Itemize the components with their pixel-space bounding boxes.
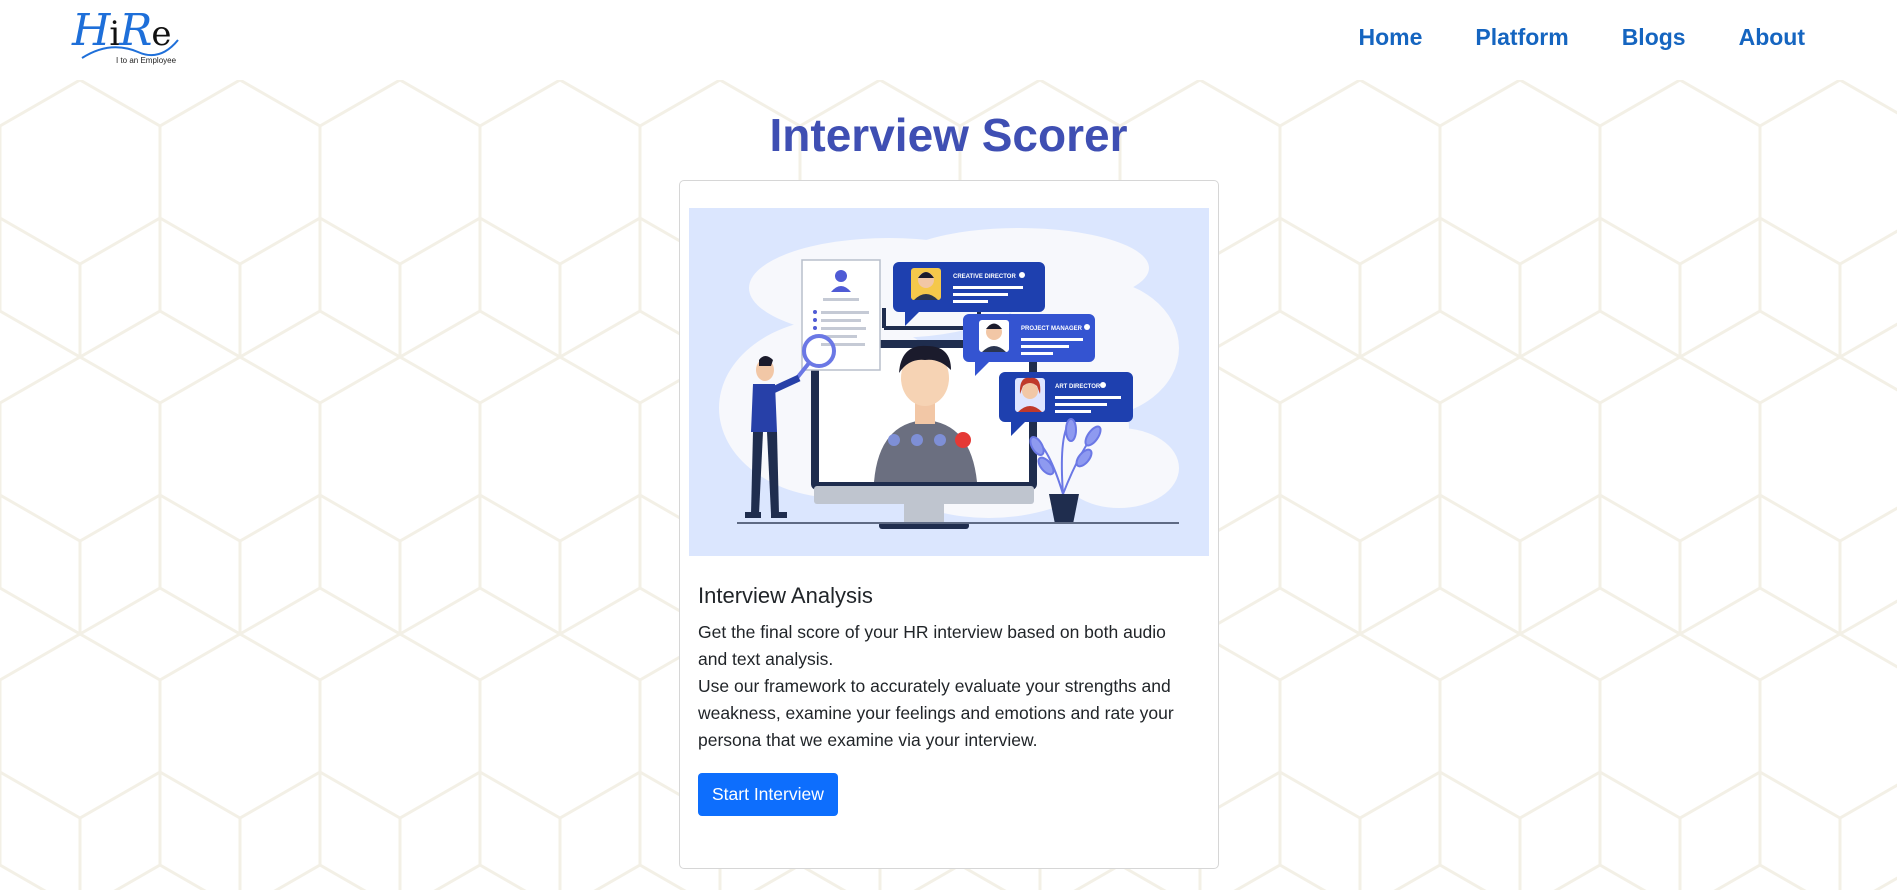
nav-home-link[interactable]: Home (1358, 24, 1422, 51)
nav-platform-link[interactable]: Platform (1475, 24, 1568, 51)
page-title: Interview Scorer (769, 109, 1128, 161)
main-nav: Home Platform Blogs About (1358, 24, 1805, 51)
bubble-label-art-director: ART DIRECTOR (1055, 384, 1101, 390)
interview-card: CREATIVE DIRECTOR PROJECT MANAGER ART DI… (679, 180, 1219, 869)
nav-about-link[interactable]: About (1739, 24, 1805, 51)
bubble-label-creative-director: CREATIVE DIRECTOR (953, 274, 1016, 280)
card-heading: Interview Analysis (698, 583, 873, 608)
card-description-2: Use our framework to accurately evaluate… (698, 676, 1174, 750)
hire-logo[interactable]: HiRe I to an Employee (72, 8, 184, 68)
interview-illustration: CREATIVE DIRECTOR PROJECT MANAGER ART DI… (689, 208, 1209, 556)
logo-tagline: I to an Employee (116, 56, 177, 65)
card-description-1: Get the final score of your HR interview… (698, 622, 1166, 669)
card-body: Interview Analysis Get the final score o… (698, 583, 1198, 754)
bubble-label-project-manager: PROJECT MANAGER (1021, 326, 1083, 332)
nav-blogs-link[interactable]: Blogs (1622, 24, 1686, 51)
video-interview-illustration-icon: CREATIVE DIRECTOR PROJECT MANAGER ART DI… (719, 228, 1179, 529)
top-navbar: HiRe I to an Employee Home Platform Blog… (0, 0, 1897, 80)
start-interview-button[interactable]: Start Interview (698, 773, 838, 816)
